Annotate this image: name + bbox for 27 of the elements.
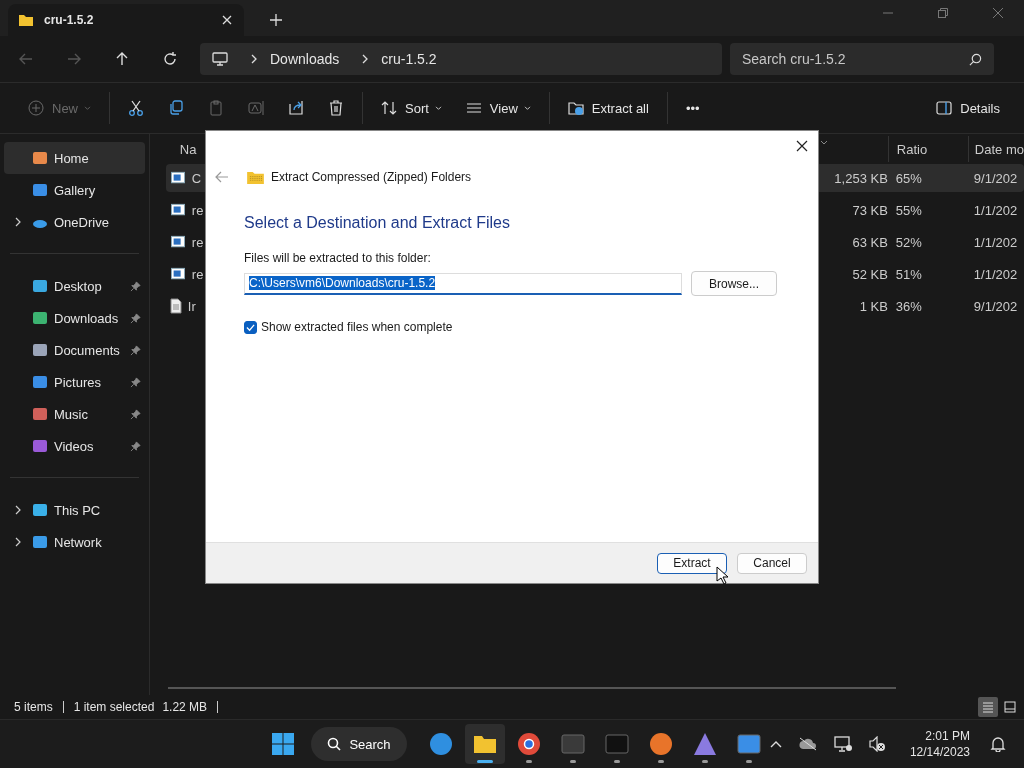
tab-title: cru-1.5.2 <box>44 13 95 27</box>
file-name: re <box>191 202 204 218</box>
file-ratio: 52% <box>894 234 923 250</box>
file-size: 63 KB <box>851 234 888 250</box>
file-date: 9/1/202 <box>972 170 1019 186</box>
file-size: 52 KB <box>851 266 888 282</box>
selection-count: 1 item selected <box>73 700 155 714</box>
file-ratio: 65% <box>894 170 923 186</box>
file-name: Ir <box>187 298 196 314</box>
file-date: 1/1/202 <box>972 202 1019 218</box>
file-ratio: 51% <box>894 266 923 282</box>
file-ratio: 36% <box>894 298 923 314</box>
file-size: 1,253 KB <box>833 170 888 186</box>
file-name: C <box>191 170 202 186</box>
field-label: Files will be extracted to this folder: <box>244 251 432 265</box>
file-name: re <box>191 266 204 282</box>
dialog-heading: Select a Destination and Extract Files <box>244 214 511 232</box>
file-ratio: 55% <box>894 202 923 218</box>
file-name: re <box>191 234 204 250</box>
file-size: 73 KB <box>851 202 888 218</box>
dialog-title: Extract Compressed (Zipped) Folders <box>271 170 472 184</box>
file-date: 1/1/202 <box>972 234 1019 250</box>
file-size: 1 KB <box>858 298 888 314</box>
item-count: 5 items <box>14 700 53 714</box>
file-date: 1/1/202 <box>972 266 1019 282</box>
selection-size: 1.22 MB <box>162 700 208 714</box>
file-date: 9/1/202 <box>972 298 1019 314</box>
